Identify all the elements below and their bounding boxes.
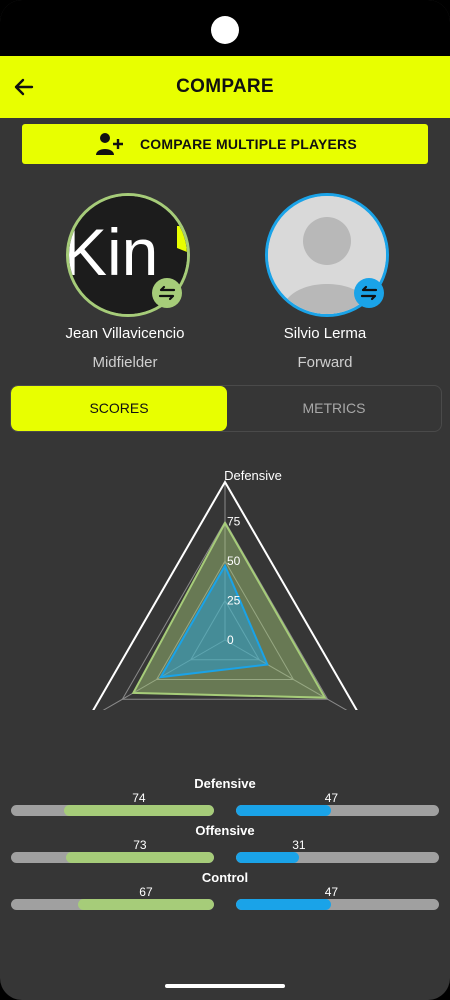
- comparison-left-value-defensive: 74: [132, 791, 146, 805]
- comparison-left-fill-defensive: [63, 805, 214, 816]
- comparison-right-track-defensive: [236, 805, 439, 816]
- player-2-name: Silvio Lerma: [283, 325, 367, 342]
- comparison-title-offensive: Offensive: [195, 823, 255, 838]
- app-bar: COMPARE: [0, 56, 450, 118]
- swap-player-1-icon[interactable]: [152, 278, 182, 308]
- comparison-right-value-offensive: 31: [292, 838, 306, 852]
- add-person-icon: [96, 132, 124, 156]
- radar-tick-label-1: 25: [227, 594, 241, 608]
- radar-chart: 0255075DefensiveOffensiveControl: [92, 468, 358, 710]
- tab-metrics[interactable]: METRICS: [227, 386, 441, 431]
- radar-tick-label-0: 0: [227, 633, 234, 647]
- home-indicator[interactable]: [165, 984, 285, 988]
- player-2-position: Forward: [297, 354, 353, 371]
- compare-multiple-players-button[interactable]: COMPARE MULTIPLE PLAYERS: [22, 124, 428, 164]
- comparison-right-value-control: 47: [324, 885, 339, 899]
- comparison-right-fill-offensive: [236, 852, 299, 863]
- comparison-left-track-control: [11, 899, 214, 910]
- comparison-right-fill-control: [236, 899, 332, 910]
- radar-axis-label-defensive: Defensive: [224, 468, 282, 483]
- comparison-left-value-offensive: 73: [133, 838, 147, 852]
- comparison-title-control: Control: [201, 870, 249, 885]
- comparison-right-fill-defensive: [236, 805, 332, 816]
- player-1-avatar-logo: Kin: [69, 215, 158, 289]
- comparison-left-track-defensive: [11, 805, 214, 816]
- comparison-right-track-control: [236, 899, 439, 910]
- radar-tick-label-2: 50: [227, 554, 241, 568]
- tab-scores[interactable]: SCORES: [11, 386, 227, 431]
- page-title: COMPARE: [176, 76, 274, 97]
- comparison-left-value-control: 67: [139, 885, 153, 899]
- comparison-left-fill-offensive: [65, 852, 214, 863]
- comparison-right-track-offensive: [236, 852, 439, 863]
- player-1-name: Jean Villavicencio: [65, 325, 185, 342]
- status-bar: [0, 0, 450, 56]
- comparison-right-value-defensive: 47: [324, 791, 339, 805]
- player-1-position: Midfielder: [92, 354, 158, 371]
- compare-multiple-label: COMPARE MULTIPLE PLAYERS: [140, 136, 357, 152]
- phone-frame: COMPARE COMPARE MULTIPLE PLAYERS Kin Jea…: [0, 0, 450, 1000]
- radar-tick-label-3: 75: [227, 515, 241, 529]
- app-screen: COMPARE COMPARE MULTIPLE PLAYERS Kin Jea…: [0, 0, 450, 1000]
- comparison-left-fill-control: [78, 899, 214, 910]
- swap-player-2-icon[interactable]: [354, 278, 384, 308]
- comparison-left-track-offensive: [11, 852, 214, 863]
- comparison-title-defensive: Defensive: [194, 776, 256, 791]
- camera-cutout: [211, 16, 239, 44]
- view-tabs: SCORES METRICS: [10, 385, 442, 432]
